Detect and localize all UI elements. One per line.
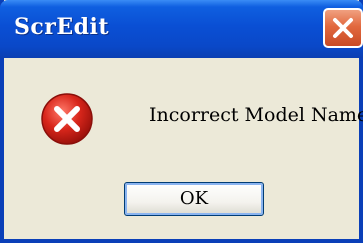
error-icon	[41, 93, 93, 145]
dialog-window: ScrEdit Incorrect Model Name OK	[0, 0, 363, 243]
window-title: ScrEdit	[14, 14, 110, 40]
close-icon	[333, 18, 353, 38]
ok-button[interactable]: OK	[124, 182, 264, 216]
title-bar[interactable]: ScrEdit	[0, 0, 363, 58]
close-button[interactable]	[323, 8, 363, 48]
error-message: Incorrect Model Name	[149, 104, 363, 126]
